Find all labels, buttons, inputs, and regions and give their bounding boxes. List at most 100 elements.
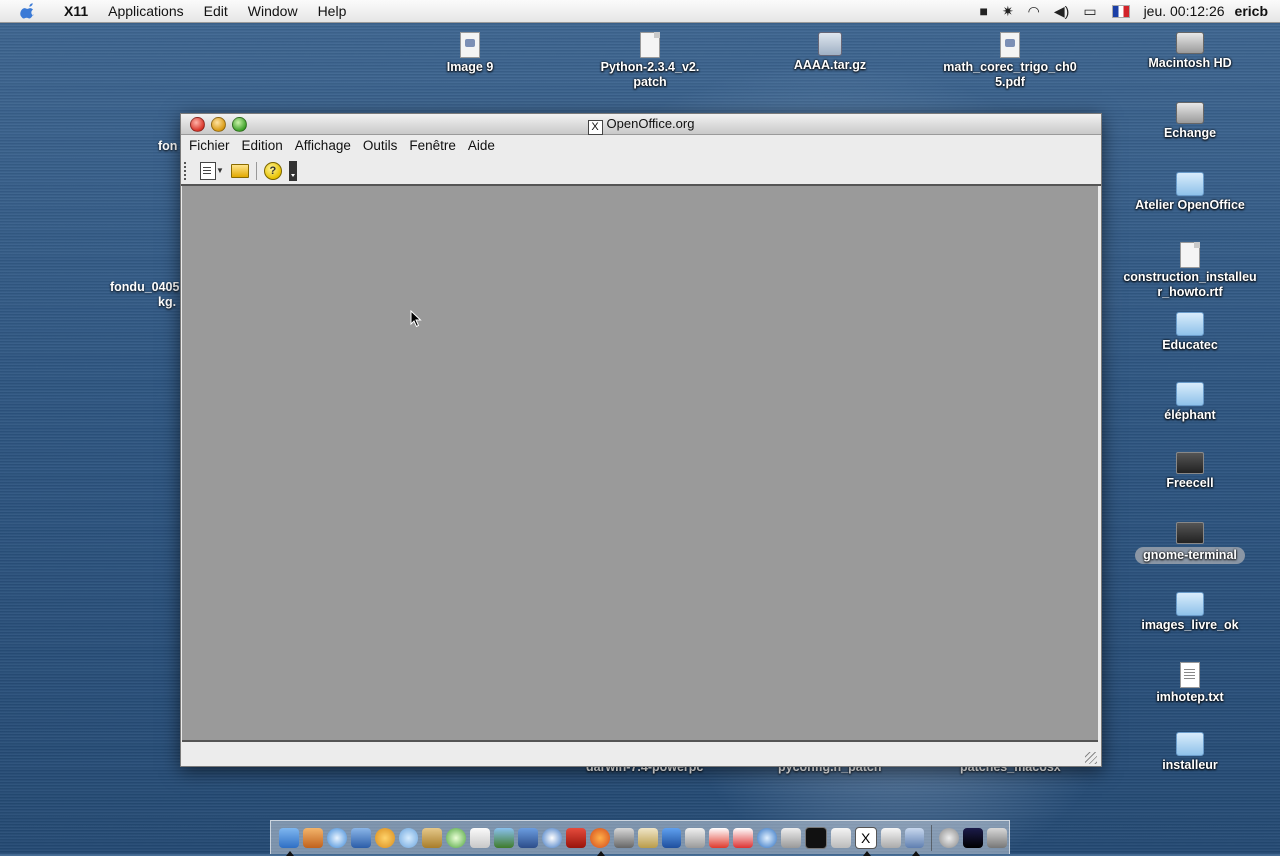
folder-icon [1176,592,1204,616]
menu-fichier[interactable]: Fichier [183,135,236,157]
window-title-text: OpenOffice.org [606,116,695,131]
menu-help[interactable]: Help [308,0,357,22]
menu-affichage[interactable]: Affichage [289,135,357,157]
pdf-file-icon [460,32,480,58]
mail-stamp-icon[interactable] [302,827,323,848]
screenshot-icon[interactable] [939,827,960,848]
menu-edition[interactable]: Edition [236,135,289,157]
desktop-icon-atelier-openoffice[interactable]: Atelier OpenOffice [1120,172,1260,213]
desktop-icon-educatec[interactable]: Educatec [1120,312,1260,353]
help-button[interactable]: ? [261,160,285,182]
desktop-icon-construction-rtf[interactable]: construction_installeur_howto.rtf [1120,242,1260,300]
desktop-icon-label: Atelier OpenOffice [1135,198,1245,212]
open-folder-icon [230,163,249,178]
hard-disk-icon [1176,32,1204,54]
menu-fenetre[interactable]: Fenêtre [403,135,462,157]
open-button[interactable] [228,160,252,182]
iphoto-icon[interactable] [494,827,515,848]
document-file-icon [1180,242,1200,268]
desktop-icon-label: installeur [1162,758,1218,772]
desktop-icon-installeur[interactable]: installeur [1120,732,1260,773]
menu-window[interactable]: Window [238,0,308,22]
desktop-icon-image-9[interactable]: Image 9 [400,32,540,75]
desktop-icon-gnome-terminal[interactable]: gnome-terminal [1120,522,1260,564]
document-file-icon [640,32,660,58]
toolbar-grip-icon[interactable] [184,161,188,180]
terminal-icon[interactable] [804,826,827,849]
finder-icon[interactable] [279,827,299,856]
help-icon: ? [263,161,282,180]
address-book-icon[interactable] [422,827,443,848]
dock: X [270,820,1010,856]
chevron-down-icon[interactable]: ▼ [216,166,224,175]
itunes-icon[interactable] [446,827,467,848]
toolbar-overflow-button[interactable] [288,160,297,181]
desktop-icon-freecell[interactable]: Freecell [1120,452,1260,491]
spotlight-activity-icon[interactable]: ✷ [1002,3,1014,20]
volume-icon[interactable]: ◀) [1054,3,1069,20]
apple-logo-icon[interactable] [18,3,40,19]
application-icon [1176,452,1204,474]
acrobat-icon[interactable] [565,827,586,848]
partial-desktop-label: fon [158,139,178,153]
wifi-icon[interactable]: ◠ [1028,3,1040,20]
pdf-file-icon [1000,32,1020,58]
menu-outils[interactable]: Outils [357,135,404,157]
window-title: X OpenOffice.org [181,116,1101,135]
desktop-icon-label: Freecell [1166,476,1214,490]
imovie-icon[interactable] [518,827,538,848]
desktop-icon-echange[interactable]: Echange [1120,102,1260,141]
x11-icon[interactable]: X [854,826,877,856]
desktop-icon-label: images_livre_ok [1141,618,1239,632]
window-titlebar[interactable]: X OpenOffice.org [181,114,1101,135]
french-flag-icon[interactable] [1111,4,1130,18]
desktop-icon-label: Macintosh HD [1148,56,1232,70]
mathtype-icon[interactable] [661,827,682,848]
openoffice-icon[interactable] [830,827,851,848]
screen-thumbnail-icon[interactable] [963,827,984,848]
dvd-icon[interactable] [541,827,562,848]
menu-bar: X11 Applications Edit Window Help ■ ✷ ◠ … [0,0,1280,23]
display-icon[interactable]: ■ [979,3,987,19]
preview-icon[interactable] [350,827,371,848]
system-prefs-icon[interactable] [374,827,395,848]
desktop-icon-elephant[interactable]: éléphant [1120,382,1260,423]
desktop-icon-images-livre-ok[interactable]: images_livre_ok [1120,592,1260,633]
folder-icon [1176,312,1204,336]
battery-icon[interactable]: ▭ [1083,3,1096,20]
oo-menubar: Fichier Edition Affichage Outils Fenêtre… [181,135,1101,157]
sketch-icon[interactable] [880,827,901,848]
spotlight-icon[interactable] [781,827,801,848]
desktop-icon-imhotep-txt[interactable]: imhotep.txt [1120,662,1260,705]
desktop-icon-python-patch[interactable]: Python-2.3.4_v2.patch [580,32,720,90]
desktop-icon-math-pdf[interactable]: math_corec_trigo_ch05.pdf [940,32,1080,90]
menu-edit[interactable]: Edit [194,0,238,22]
textedit-icon[interactable] [470,827,491,848]
menu-app-name[interactable]: X11 [54,0,98,22]
menu-aide[interactable]: Aide [462,135,501,157]
calculator-icon[interactable] [709,827,730,848]
quicktime-icon[interactable] [757,827,778,848]
mplayer-icon[interactable] [613,827,634,848]
ichat-icon[interactable] [398,827,419,848]
desktop-icon-aaaa-tar[interactable]: AAAA.tar.gz [760,32,900,73]
firefox-icon[interactable] [589,827,610,856]
desktop-icon-label: éléphant [1164,408,1216,422]
document-area[interactable] [182,186,1098,742]
ical-icon[interactable] [733,827,754,848]
trash-icon[interactable] [987,827,1008,848]
desktop-icon-macintosh-hd[interactable]: Macintosh HD [1120,32,1260,71]
openoffice-window: X OpenOffice.org Fichier Edition Affichag… [180,113,1102,767]
utility-icon[interactable] [904,827,925,856]
menu-user[interactable]: ericb [1235,3,1268,19]
stickies-icon[interactable] [685,827,706,848]
desktop-icon-label: Echange [1163,126,1217,140]
menu-applications[interactable]: Applications [98,0,194,22]
menu-clock[interactable]: jeu. 00:12:26 [1144,3,1225,19]
new-document-icon [200,161,216,180]
x11-icon: X [587,120,603,135]
resize-grip-icon[interactable] [1085,752,1097,764]
safari-icon[interactable] [326,827,347,848]
desktop-icon-label: imhotep.txt [1156,690,1224,704]
genie-icon[interactable] [637,827,658,848]
